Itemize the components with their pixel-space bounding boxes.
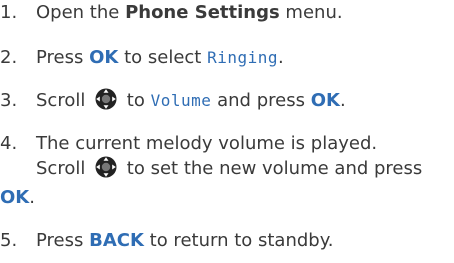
step-text: Press: [36, 47, 90, 68]
instruction-steps: 1. Open the Phone Settings menu. 2. Press …: [0, 0, 454, 263]
navigation-key-icon: [95, 156, 117, 185]
step-number: 2.: [0, 47, 18, 68]
step-5: 5. Press BACK to return to standby.: [0, 228, 334, 253]
step-number: 4.: [0, 133, 18, 154]
step-number: 5.: [0, 230, 18, 251]
step-number: 3.: [0, 90, 18, 111]
step-text: .: [278, 47, 284, 68]
step-2: 2. Press OK to select Ringing.: [0, 45, 284, 70]
step-4: 4. The current melody volume is played. S…: [0, 131, 422, 210]
step-text: Scroll: [36, 90, 92, 111]
key-label: OK: [89, 47, 119, 68]
step-text: Scroll: [36, 158, 92, 179]
step-text: to return to standby.: [143, 230, 334, 251]
step-1: 1. Open the Phone Settings menu.: [0, 0, 343, 25]
key-label: OK: [310, 90, 340, 111]
navigation-key-icon: [95, 88, 117, 117]
step-text: to select: [118, 47, 208, 68]
key-label: BACK: [89, 230, 144, 251]
step-text: Open the: [36, 2, 126, 23]
display-text: Ringing: [207, 48, 279, 67]
step-text: to set the new volume and press: [121, 158, 423, 179]
step-text: .: [339, 90, 346, 111]
menu-name: Phone Settings: [125, 2, 280, 23]
step-text: Press: [36, 230, 90, 251]
step-text: and press: [211, 90, 311, 111]
step-text: .: [29, 187, 35, 208]
step-text: menu.: [279, 2, 343, 23]
step-text: to: [121, 90, 151, 111]
step-number: 1.: [0, 2, 18, 23]
display-text: Volume: [150, 91, 212, 110]
key-label: OK: [0, 187, 30, 208]
step-text: The current melody volume is played.: [36, 133, 378, 154]
step-3: 3. Scroll to Volume and press OK.: [0, 88, 346, 117]
